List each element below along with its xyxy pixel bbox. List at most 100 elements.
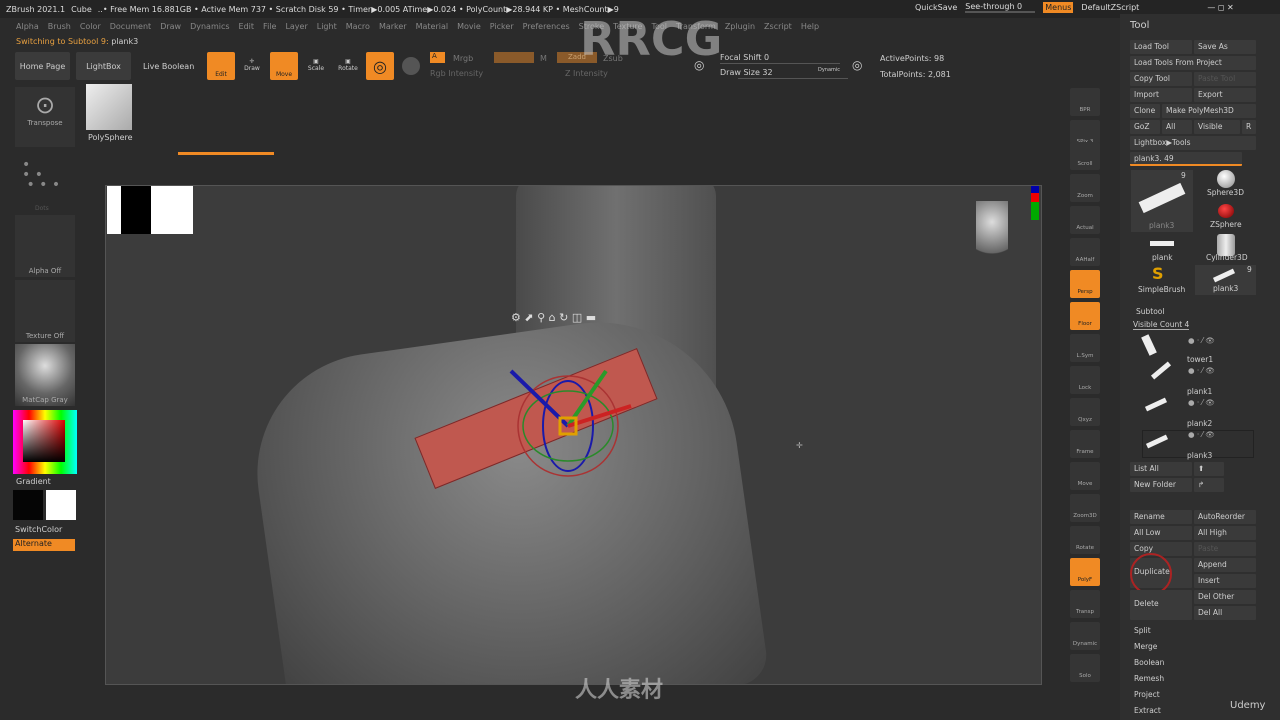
subtool-header[interactable]: Subtool	[1136, 307, 1164, 316]
menu-alpha[interactable]: Alpha	[16, 22, 39, 31]
simplebrush-icon[interactable]: S	[1152, 264, 1164, 283]
shelf-transp[interactable]: Transp	[1070, 590, 1100, 618]
shelf-aahalf[interactable]: AAHalf	[1070, 238, 1100, 266]
menu-brush[interactable]: Brush	[48, 22, 71, 31]
shelf-scroll[interactable]: Scroll	[1070, 142, 1100, 170]
secondary-color-swatch[interactable]	[46, 490, 76, 520]
append-button[interactable]: Append	[1194, 558, 1256, 572]
copy-tool-button[interactable]: Copy Tool	[1130, 72, 1192, 86]
menu-picker[interactable]: Picker	[490, 22, 514, 31]
menu-document[interactable]: Document	[110, 22, 151, 31]
list-all-button[interactable]: List All	[1130, 462, 1192, 476]
boolean-menu[interactable]: Boolean	[1134, 658, 1164, 667]
project-menu[interactable]: Project	[1134, 690, 1160, 699]
shelf-qxyz[interactable]: Qxyz	[1070, 398, 1100, 426]
menu-marker[interactable]: Marker	[379, 22, 407, 31]
make-polymesh-button[interactable]: Make PolyMesh3D	[1162, 104, 1256, 118]
material-sphere-icon[interactable]	[402, 57, 420, 75]
menus-button[interactable]: Menus	[1043, 2, 1074, 13]
insert-button[interactable]: Insert	[1194, 574, 1256, 588]
color-picker[interactable]	[13, 410, 77, 474]
transpose-button[interactable]: ⊙ Transpose	[15, 87, 75, 147]
new-folder-button[interactable]: New Folder	[1130, 478, 1192, 492]
menu-file[interactable]: File	[263, 22, 276, 31]
transpose-gizmo[interactable]	[496, 346, 646, 486]
goz-button[interactable]: GoZ	[1130, 120, 1160, 134]
tool-panel-title[interactable]: Tool	[1130, 20, 1149, 31]
gradient-label[interactable]: Gradient	[16, 477, 51, 486]
z-intensity-slider[interactable]: Z Intensity	[565, 69, 608, 78]
paste-tool-button[interactable]: Paste Tool	[1194, 72, 1256, 86]
scale-button[interactable]: ▣ Scale	[305, 58, 327, 72]
shelf-l-sym[interactable]: L.Sym	[1070, 334, 1100, 362]
sphere3d-icon[interactable]	[1217, 170, 1235, 188]
del-all-button[interactable]: Del All	[1194, 606, 1256, 620]
focal-shift-slider[interactable]: Focal Shift 0	[720, 53, 769, 62]
visibility-icons[interactable]: ● · ⁄ 👁	[1188, 430, 1215, 439]
rotate-button[interactable]: ▣ Rotate	[337, 58, 359, 72]
autoreorder-button[interactable]: AutoReorder	[1194, 510, 1256, 524]
delete-button[interactable]: Delete	[1130, 590, 1192, 620]
menu-layer[interactable]: Layer	[285, 22, 307, 31]
zsphere-icon[interactable]	[1218, 204, 1234, 218]
mrgb-button[interactable]: Mrgb	[453, 54, 473, 63]
lightbox-button[interactable]: LightBox	[76, 52, 131, 80]
shelf-solo[interactable]: Solo	[1070, 654, 1100, 682]
subtool-item[interactable]: plank1	[1187, 387, 1212, 396]
move-up-button[interactable]: ⬆	[1194, 462, 1224, 476]
goz-all-button[interactable]: All	[1162, 120, 1192, 134]
home-page-button[interactable]: Home Page	[15, 52, 70, 80]
menu-edit[interactable]: Edit	[239, 22, 255, 31]
alternate-button[interactable]: Alternate	[13, 539, 75, 551]
current-tool-slider[interactable]: plank3. 49	[1130, 152, 1242, 166]
shelf-frame[interactable]: Frame	[1070, 430, 1100, 458]
visibility-icons[interactable]: ● · ⁄ 👁	[1188, 366, 1215, 375]
visibility-icons[interactable]: ● · ⁄ 👁	[1188, 398, 1215, 407]
shelf-floor[interactable]: Floor	[1070, 302, 1100, 330]
menu-zscript[interactable]: Zscript	[764, 22, 792, 31]
subtool-item[interactable]: plank2	[1187, 419, 1212, 428]
texture-button[interactable]: Texture Off	[15, 280, 75, 342]
rgb-button[interactable]	[494, 52, 534, 63]
menu-macro[interactable]: Macro	[346, 22, 370, 31]
shelf-dynamic[interactable]: Dynamic	[1070, 622, 1100, 650]
menu-material[interactable]: Material	[416, 22, 449, 31]
dynamic-toggle[interactable]: Dynamic	[818, 67, 840, 73]
matcap-button[interactable]: MatCap Gray	[15, 344, 75, 406]
shelf-polyf[interactable]: PolyF	[1070, 558, 1100, 586]
sculptris-button[interactable]: ◎	[366, 52, 394, 80]
draw-size-slider[interactable]: Draw Size 32	[720, 68, 773, 77]
export-button[interactable]: Export	[1194, 88, 1256, 102]
visibility-icons[interactable]: ● · ⁄ 👁	[1188, 336, 1215, 345]
draw-button[interactable]: ✛ Draw	[242, 58, 262, 72]
m-button[interactable]: M	[540, 54, 547, 63]
merge-menu[interactable]: Merge	[1134, 642, 1157, 651]
alpha-button[interactable]: Alpha Off	[15, 215, 75, 277]
shelf-lock[interactable]: Lock	[1070, 366, 1100, 394]
window-controls[interactable]: — ◻ ✕	[1207, 3, 1233, 12]
a-button[interactable]: A	[430, 52, 445, 63]
rename-button[interactable]: Rename	[1130, 510, 1192, 524]
import-button[interactable]: Import	[1130, 88, 1192, 102]
paste-button[interactable]: Paste	[1194, 542, 1256, 556]
menu-dynamics[interactable]: Dynamics	[190, 22, 229, 31]
move-button[interactable]: Move	[270, 52, 298, 80]
shelf-actual[interactable]: Actual	[1070, 206, 1100, 234]
load-tool-button[interactable]: Load Tool	[1130, 40, 1192, 54]
visible-count-slider[interactable]: Visible Count 4	[1133, 320, 1190, 330]
lightbox-tools-button[interactable]: Lightbox▶Tools	[1130, 136, 1256, 150]
r-button[interactable]: R	[1242, 120, 1256, 134]
primary-color-swatch[interactable]	[13, 490, 43, 520]
subtool-item[interactable]: tower1	[1187, 355, 1213, 364]
menu-movie[interactable]: Movie	[457, 22, 481, 31]
save-as-button[interactable]: Save As	[1194, 40, 1256, 54]
clone-button[interactable]: Clone	[1130, 104, 1160, 118]
dots-stroke-icon[interactable]: • • • • • •	[22, 158, 60, 192]
menu-preferences[interactable]: Preferences	[523, 22, 570, 31]
see-through-slider[interactable]: See-through 0	[965, 2, 1036, 13]
menu-help[interactable]: Help	[801, 22, 819, 31]
all-high-button[interactable]: All High	[1194, 526, 1256, 540]
copy-button[interactable]: Copy	[1130, 542, 1192, 556]
shelf-persp[interactable]: Persp	[1070, 270, 1100, 298]
shelf-rotate[interactable]: Rotate	[1070, 526, 1100, 554]
